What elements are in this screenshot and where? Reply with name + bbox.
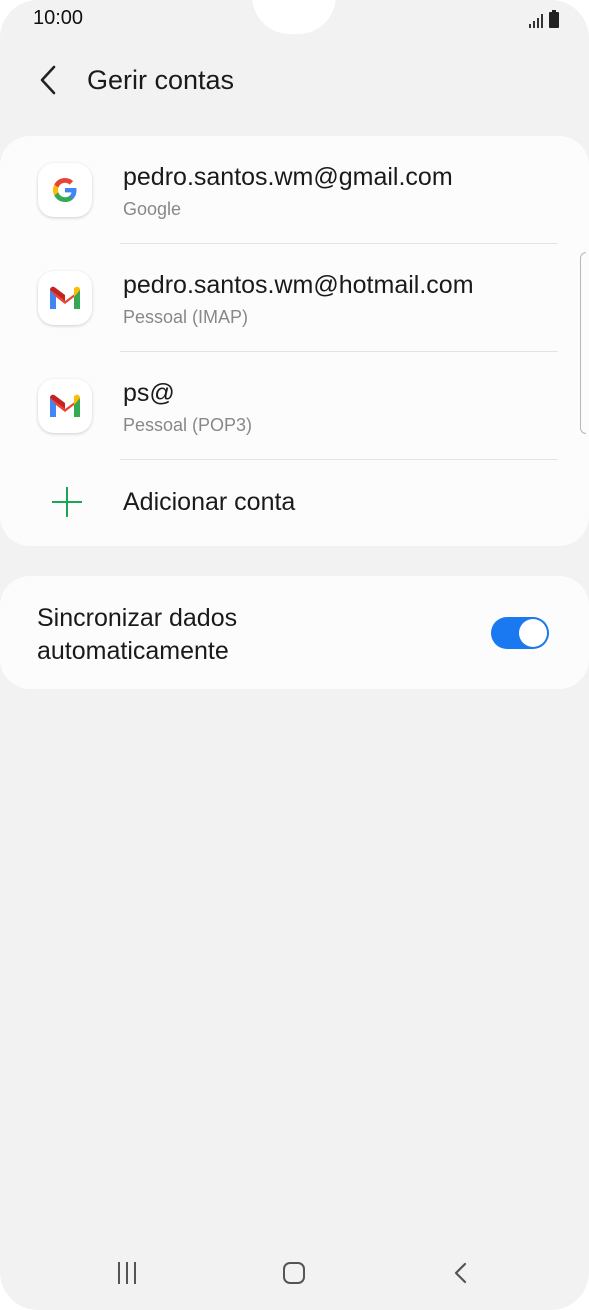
recent-apps-button[interactable] <box>118 1262 136 1284</box>
account-type: Google <box>123 199 182 219</box>
sync-card: Sincronizar dados automaticamente <box>0 576 589 689</box>
back-button[interactable] <box>30 62 66 98</box>
status-icons <box>529 10 559 28</box>
accounts-card: pedro.santos.wm@gmail.com Google pedro.s… <box>0 136 589 546</box>
signal-icon <box>529 14 543 28</box>
gmail-icon <box>38 379 92 433</box>
scrollbar[interactable] <box>580 252 586 434</box>
status-bar: 10:00 <box>0 0 589 40</box>
plus-icon <box>52 487 82 517</box>
home-button[interactable] <box>283 1262 305 1284</box>
account-email: ps@ <box>123 379 175 407</box>
status-time: 10:00 <box>33 7 84 29</box>
page-title: Gerir contas <box>87 65 235 95</box>
nav-back-button[interactable] <box>448 1260 474 1286</box>
chevron-left-icon <box>40 65 56 95</box>
account-row-hotmail[interactable]: pedro.santos.wm@hotmail.com Pessoal (IMA… <box>0 244 589 352</box>
sync-toggle[interactable] <box>491 617 549 649</box>
phone-screen: 10:00 Gerir contas pedro.santos.wm@gmail… <box>0 0 589 1310</box>
gmail-icon <box>38 271 92 325</box>
account-type: Pessoal (IMAP) <box>123 307 249 327</box>
header: Gerir contas <box>0 52 589 110</box>
add-account-label: Adicionar conta <box>123 488 296 516</box>
account-row-google[interactable]: pedro.santos.wm@gmail.com Google <box>0 136 589 244</box>
toggle-knob <box>519 619 547 647</box>
account-type: Pessoal (POP3) <box>123 415 253 435</box>
account-email: pedro.santos.wm@hotmail.com <box>123 271 474 299</box>
account-row-pop3[interactable]: ps@ Pessoal (POP3) <box>0 352 589 460</box>
back-arrow-icon <box>454 1262 467 1284</box>
sync-label: Sincronizar dados automaticamente <box>37 604 238 665</box>
battery-icon <box>549 10 559 28</box>
navigation-bar <box>0 1240 589 1310</box>
account-email: pedro.santos.wm@gmail.com <box>123 163 453 191</box>
add-account-button[interactable]: Adicionar conta <box>0 460 589 546</box>
google-icon <box>38 163 92 217</box>
camera-notch <box>252 0 336 34</box>
